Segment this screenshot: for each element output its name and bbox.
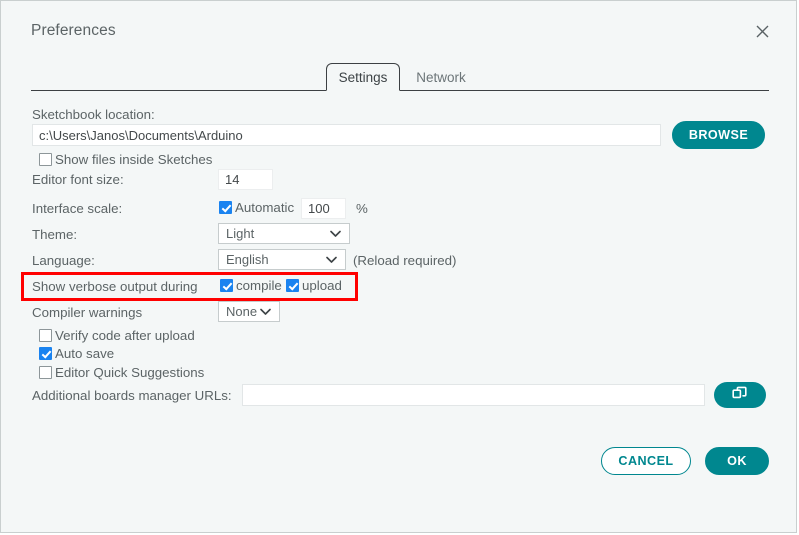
dialog-titlebar: Preferences (1, 1, 796, 57)
tab-network[interactable]: Network (405, 63, 477, 91)
show-files-inside-sketches-label: Show files inside Sketches (55, 152, 213, 167)
tab-baseline (31, 90, 769, 91)
theme-label: Theme: (32, 227, 78, 242)
verify-code-label: Verify code after upload (55, 328, 195, 343)
verbose-upload-checkbox[interactable] (286, 279, 299, 292)
verbose-upload-row[interactable]: upload (286, 278, 342, 293)
auto-save-row[interactable]: Auto save (39, 346, 114, 361)
tab-settings-label: Settings (338, 69, 388, 85)
quick-suggestions-checkbox[interactable] (39, 366, 52, 379)
verify-code-row[interactable]: Verify code after upload (39, 328, 195, 343)
auto-save-checkbox[interactable] (39, 347, 52, 360)
verbose-compile-checkbox[interactable] (220, 279, 233, 292)
language-select-value: English (226, 252, 269, 267)
interface-scale-label: Interface scale: (32, 201, 123, 216)
open-window-icon-button[interactable] (714, 382, 766, 408)
percent-label: % (356, 201, 368, 216)
language-label: Language: (32, 253, 95, 268)
auto-save-label: Auto save (55, 346, 115, 361)
show-files-inside-sketches-checkbox[interactable] (39, 153, 52, 166)
editor-font-size-input[interactable] (218, 169, 273, 190)
boards-manager-urls-label: Additional boards manager URLs: (32, 388, 232, 403)
interface-scale-input[interactable] (301, 198, 346, 219)
reload-required-note: (Reload required) (353, 253, 457, 268)
open-window-icon (732, 385, 748, 406)
chevron-down-icon (330, 230, 341, 238)
quick-suggestions-row[interactable]: Editor Quick Suggestions (39, 365, 204, 380)
interface-scale-automatic-label: Automatic (235, 200, 295, 215)
cancel-button[interactable]: CANCEL (601, 447, 691, 475)
boards-manager-urls-input[interactable] (242, 384, 705, 406)
compiler-warnings-value: None (226, 304, 258, 319)
chevron-down-icon (260, 308, 271, 316)
ok-button-label: OK (727, 454, 747, 468)
verbose-upload-label: upload (302, 278, 342, 293)
theme-select[interactable]: Light (218, 223, 350, 244)
compiler-warnings-label: Compiler warnings (32, 305, 143, 320)
theme-select-value: Light (226, 226, 255, 241)
tab-network-label: Network (416, 69, 466, 85)
quick-suggestions-label: Editor Quick Suggestions (55, 365, 205, 380)
close-icon[interactable] (750, 19, 774, 43)
sketchbook-location-label: Sketchbook location: (32, 107, 155, 122)
browse-button[interactable]: BROWSE (672, 121, 765, 149)
browse-button-label: BROWSE (688, 128, 749, 142)
editor-font-size-label: Editor font size: (32, 172, 124, 187)
verbose-compile-label: compile (236, 278, 282, 293)
verbose-compile-row[interactable]: compile (220, 278, 282, 293)
ok-button[interactable]: OK (705, 447, 769, 475)
preferences-dialog: Preferences Settings Network Sketchbook … (0, 0, 797, 533)
compiler-warnings-select[interactable]: None (218, 301, 280, 322)
cancel-button-label: CANCEL (618, 454, 674, 468)
interface-scale-automatic-checkbox[interactable] (219, 201, 232, 214)
interface-scale-automatic-row[interactable]: Automatic (219, 200, 294, 215)
page-title: Preferences (31, 22, 116, 39)
verbose-output-label: Show verbose output during (32, 279, 198, 294)
show-files-inside-sketches-row[interactable]: Show files inside Sketches (39, 152, 212, 167)
verify-code-checkbox[interactable] (39, 329, 52, 342)
tab-bar: Settings Network (31, 63, 769, 91)
language-select[interactable]: English (218, 249, 346, 270)
chevron-down-icon (326, 256, 337, 264)
tab-settings[interactable]: Settings (326, 63, 400, 91)
sketchbook-location-input[interactable] (32, 124, 661, 146)
